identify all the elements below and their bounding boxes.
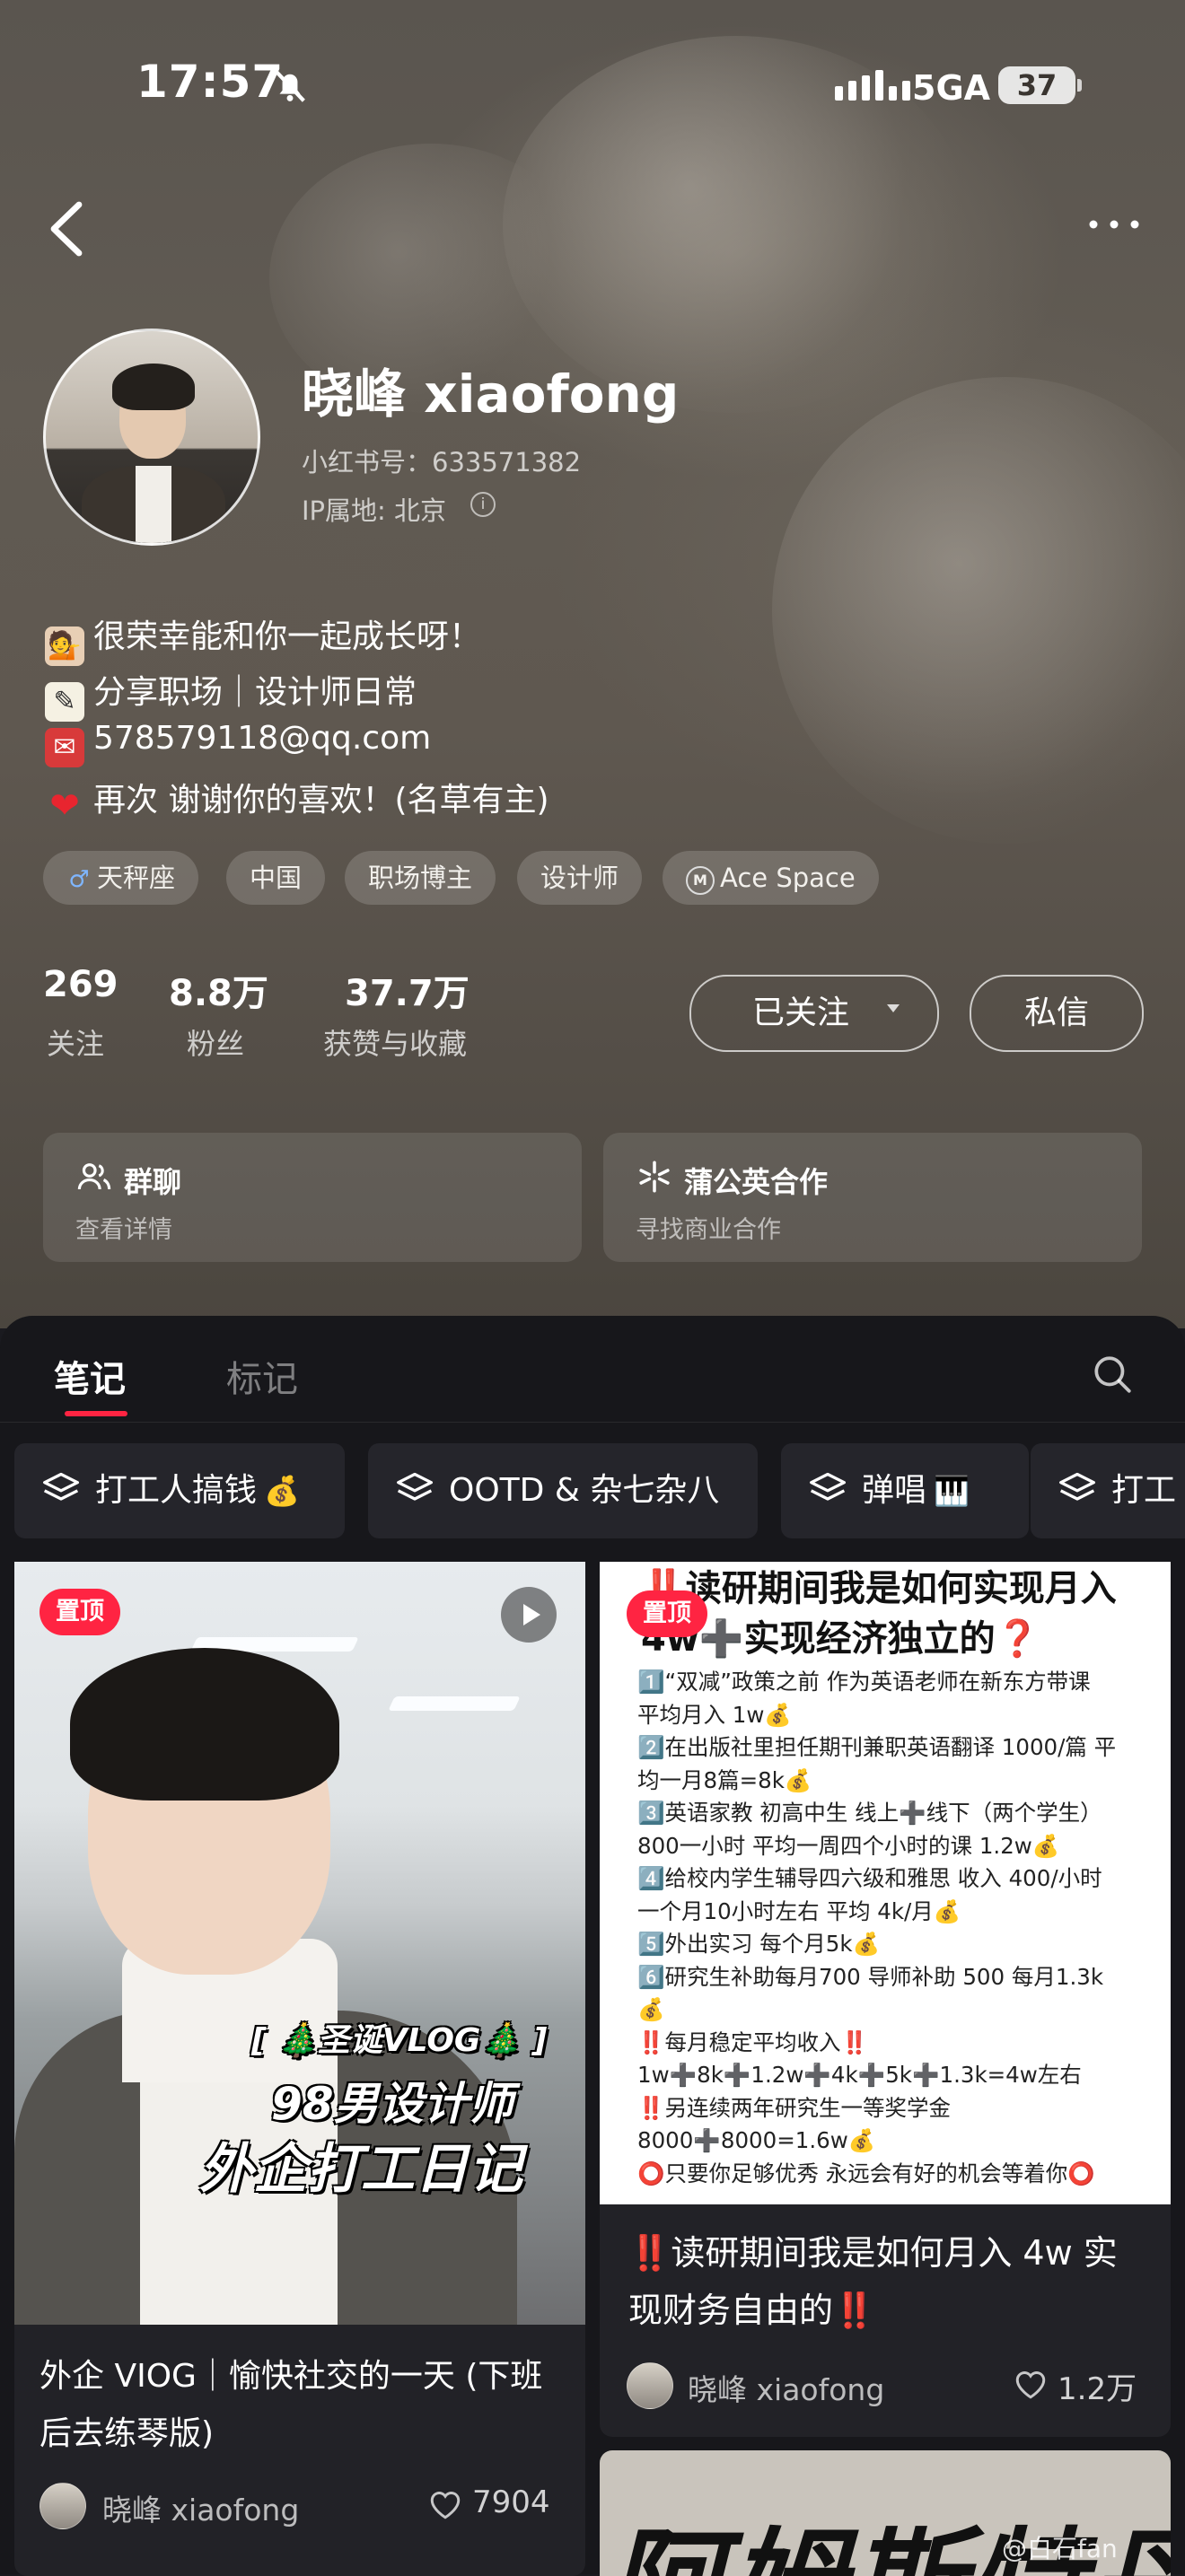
cover-text-line: 1️⃣“双减”政策之前 作为英语老师在新东方带课 [637, 1669, 1091, 1695]
note-cover-image[interactable]: [ 🎄圣诞VLOG🎄 ] 98男设计师 外企打工日记 [14, 1562, 585, 2325]
cover-text-line: ‼️另连续两年研究生一等奖学金 [637, 2094, 952, 2121]
follow-button[interactable]: 已关注 [689, 975, 939, 1052]
like-count: 7904 [472, 2484, 550, 2520]
cover-overlay-text: 外企打工日记 [199, 2138, 522, 2201]
message-button[interactable]: 私信 [970, 975, 1144, 1052]
heart-icon[interactable] [427, 2488, 463, 2520]
cover-text-line: 2️⃣在出版社里担任期刊兼职英语翻译 1000/篇 平 [637, 1734, 1117, 1760]
layers-icon [810, 1472, 846, 1501]
pugongying-icon [639, 1161, 670, 1193]
heart-icon[interactable] [1013, 2368, 1049, 2400]
collection-chip[interactable]: 打工人搞钱 💰 [14, 1443, 345, 1538]
followers-count[interactable]: 8.8万 [169, 964, 268, 1016]
note-title[interactable]: 外企 VIOG｜愉快社交的一天 (下班后去练琴版) [40, 2348, 560, 2463]
author-avatar[interactable] [40, 2483, 86, 2529]
cover-text-line: 一个月10小时左右 平均 4k/月💰 [637, 1897, 961, 1924]
avatar[interactable] [43, 329, 260, 546]
cover-text-lines: 1️⃣“双减”政策之前 作为英语老师在新东方带课 平均月入 1w💰 2️⃣在出版社里… [637, 1666, 1167, 2190]
author-name[interactable]: 晓峰 xiaofong [688, 2366, 884, 2409]
tag-profession[interactable]: 设计师 [517, 851, 643, 905]
nickname: 晓峰 xiaofong [302, 364, 680, 425]
tag-region[interactable]: 中国 [226, 851, 326, 905]
group-chat-card[interactable]: 群聊 查看详情 [43, 1133, 582, 1262]
cover-overlay-text: 98男设计师 [271, 2078, 514, 2130]
group-chat-icon [77, 1163, 111, 1190]
likes-label[interactable]: 获赞与收藏 [323, 1021, 467, 1063]
cat-photo-area [772, 377, 1185, 844]
following-count[interactable]: 269 [43, 964, 118, 1005]
red-heart-icon: ❤ [49, 785, 80, 827]
author-name[interactable]: 晓峰 xiaofong [102, 2486, 299, 2529]
cover-text-line: ‼️每月稳定平均收入‼️ [637, 2028, 869, 2055]
cover-text-line: 5️⃣外出实习 每个月5k💰 [637, 1931, 881, 1957]
tag-constellation[interactable]: ♂ 天秤座 [43, 851, 199, 905]
bio-line: ❤ 再次 谢谢你的喜欢！(名草有主) [45, 774, 549, 826]
note-title[interactable]: ‼️读研期间我是如何月入 4w 实现财务自由的‼️ [628, 2224, 1149, 2339]
tab-marks[interactable]: 标记 [226, 1350, 298, 1402]
mcn-icon: M [686, 866, 715, 895]
info-icon[interactable]: i [470, 492, 496, 517]
postbox-icon: ✉ [45, 728, 84, 767]
pugongying-card[interactable]: 蒲公英合作 寻找商业合作 [603, 1133, 1142, 1262]
network-type: 5GA [912, 68, 991, 108]
following-label[interactable]: 关注 [47, 1021, 104, 1063]
pugongying-title: 蒲公英合作 [684, 1165, 829, 1199]
cover-headline: ‼️读研期间我是如何实现月入4w➕实现经济独立的❓ [641, 1568, 1117, 1660]
caret-down-icon [887, 1004, 900, 1012]
person-tipping-hand-icon: 💁 [45, 626, 84, 666]
author-avatar[interactable] [627, 2362, 673, 2409]
pugongying-subtitle: 寻找商业合作 [636, 1216, 781, 1244]
memo-icon: ✎ [45, 682, 84, 722]
cover-overlay-text: [ 🎄圣诞VLOG🎄 ] [251, 2022, 548, 2059]
divider [0, 1422, 1185, 1423]
collection-chip[interactable]: 打工 [1031, 1443, 1185, 1538]
layers-icon [43, 1472, 79, 1501]
cover-text-line: 6️⃣研究生补助每月700 导师补助 500 每月1.3k [637, 1963, 1104, 1990]
watermark: @白石fan [1002, 2534, 1118, 2563]
pinned-badge: 置顶 [40, 1589, 120, 1635]
likes-count[interactable]: 37.7万 [345, 964, 470, 1016]
layers-icon [1059, 1472, 1095, 1501]
battery-icon: 37 [998, 66, 1075, 104]
collection-chip[interactable]: OOTD & 杂七杂八 [368, 1443, 758, 1538]
bio-line: ✎ 分享职场｜设计师日常 [45, 666, 417, 722]
cover-text-line: 均一月8篇=8k💰 [637, 1766, 812, 1793]
more-icon[interactable] [1083, 208, 1146, 241]
cover-text-line: 800一小时 平均一周四个小时的课 1.2w💰 [637, 1832, 1060, 1859]
search-icon[interactable] [1090, 1352, 1135, 1397]
redbook-id[interactable]: 小红书号：633571382 [302, 442, 581, 479]
cover-text-line: ⭕只要你足够优秀 永远会有好的机会等着你⭕ [637, 2160, 1095, 2186]
group-chat-title: 群聊 [124, 1165, 182, 1199]
follow-button-label: 已关注 [752, 994, 850, 1031]
signal-icon [835, 70, 916, 101]
tag-mcn[interactable]: M Ace Space [663, 851, 879, 905]
like-count: 1.2万 [1058, 2371, 1137, 2407]
ip-location: IP属地: 北京 [302, 495, 447, 526]
cover-text-line: 💰 [637, 1996, 665, 2022]
status-time: 17:57 [136, 56, 285, 108]
cover-text-line: 1w➕8k➕1.2w➕4k➕5k➕1.3k=4w左右 [637, 2062, 1082, 2088]
bell-muted-icon [275, 70, 305, 102]
active-tab-indicator [65, 1411, 127, 1416]
note-cover-image[interactable]: ‼️读研期间我是如何实现月入4w➕实现经济独立的❓ 1️⃣“双减”政策之前 作为… [600, 1562, 1171, 2204]
bio-line: 💁 很荣幸能和你一起成长呀！ [45, 610, 481, 666]
cover-text-line: 4️⃣给校内学生辅导四六级和雅思 收入 400/小时 [637, 1865, 1102, 1891]
tag-category[interactable]: 职场博主 [345, 851, 496, 905]
battery-tip [1077, 79, 1082, 92]
tab-notes[interactable]: 笔记 [54, 1350, 126, 1402]
collection-chip[interactable]: 弹唱 🎹 [781, 1443, 1029, 1538]
back-icon[interactable] [43, 199, 88, 258]
layers-icon [397, 1472, 433, 1501]
bio-line: ✉ 578579118@qq.com [45, 720, 431, 767]
cover-text-line: 平均月入 1w💰 [637, 1701, 792, 1728]
group-chat-subtitle: 查看详情 [75, 1216, 172, 1244]
followers-label[interactable]: 粉丝 [187, 1021, 244, 1063]
cover-text-line: 3️⃣英语家教 初高中生 线上➕线下（两个学生） [637, 1800, 1102, 1826]
male-symbol-icon: ♂ [68, 866, 90, 893]
cover-text-line: 8000➕8000=1.6w💰 [637, 2127, 876, 2153]
play-icon [501, 1587, 557, 1643]
pinned-badge: 置顶 [627, 1590, 707, 1637]
